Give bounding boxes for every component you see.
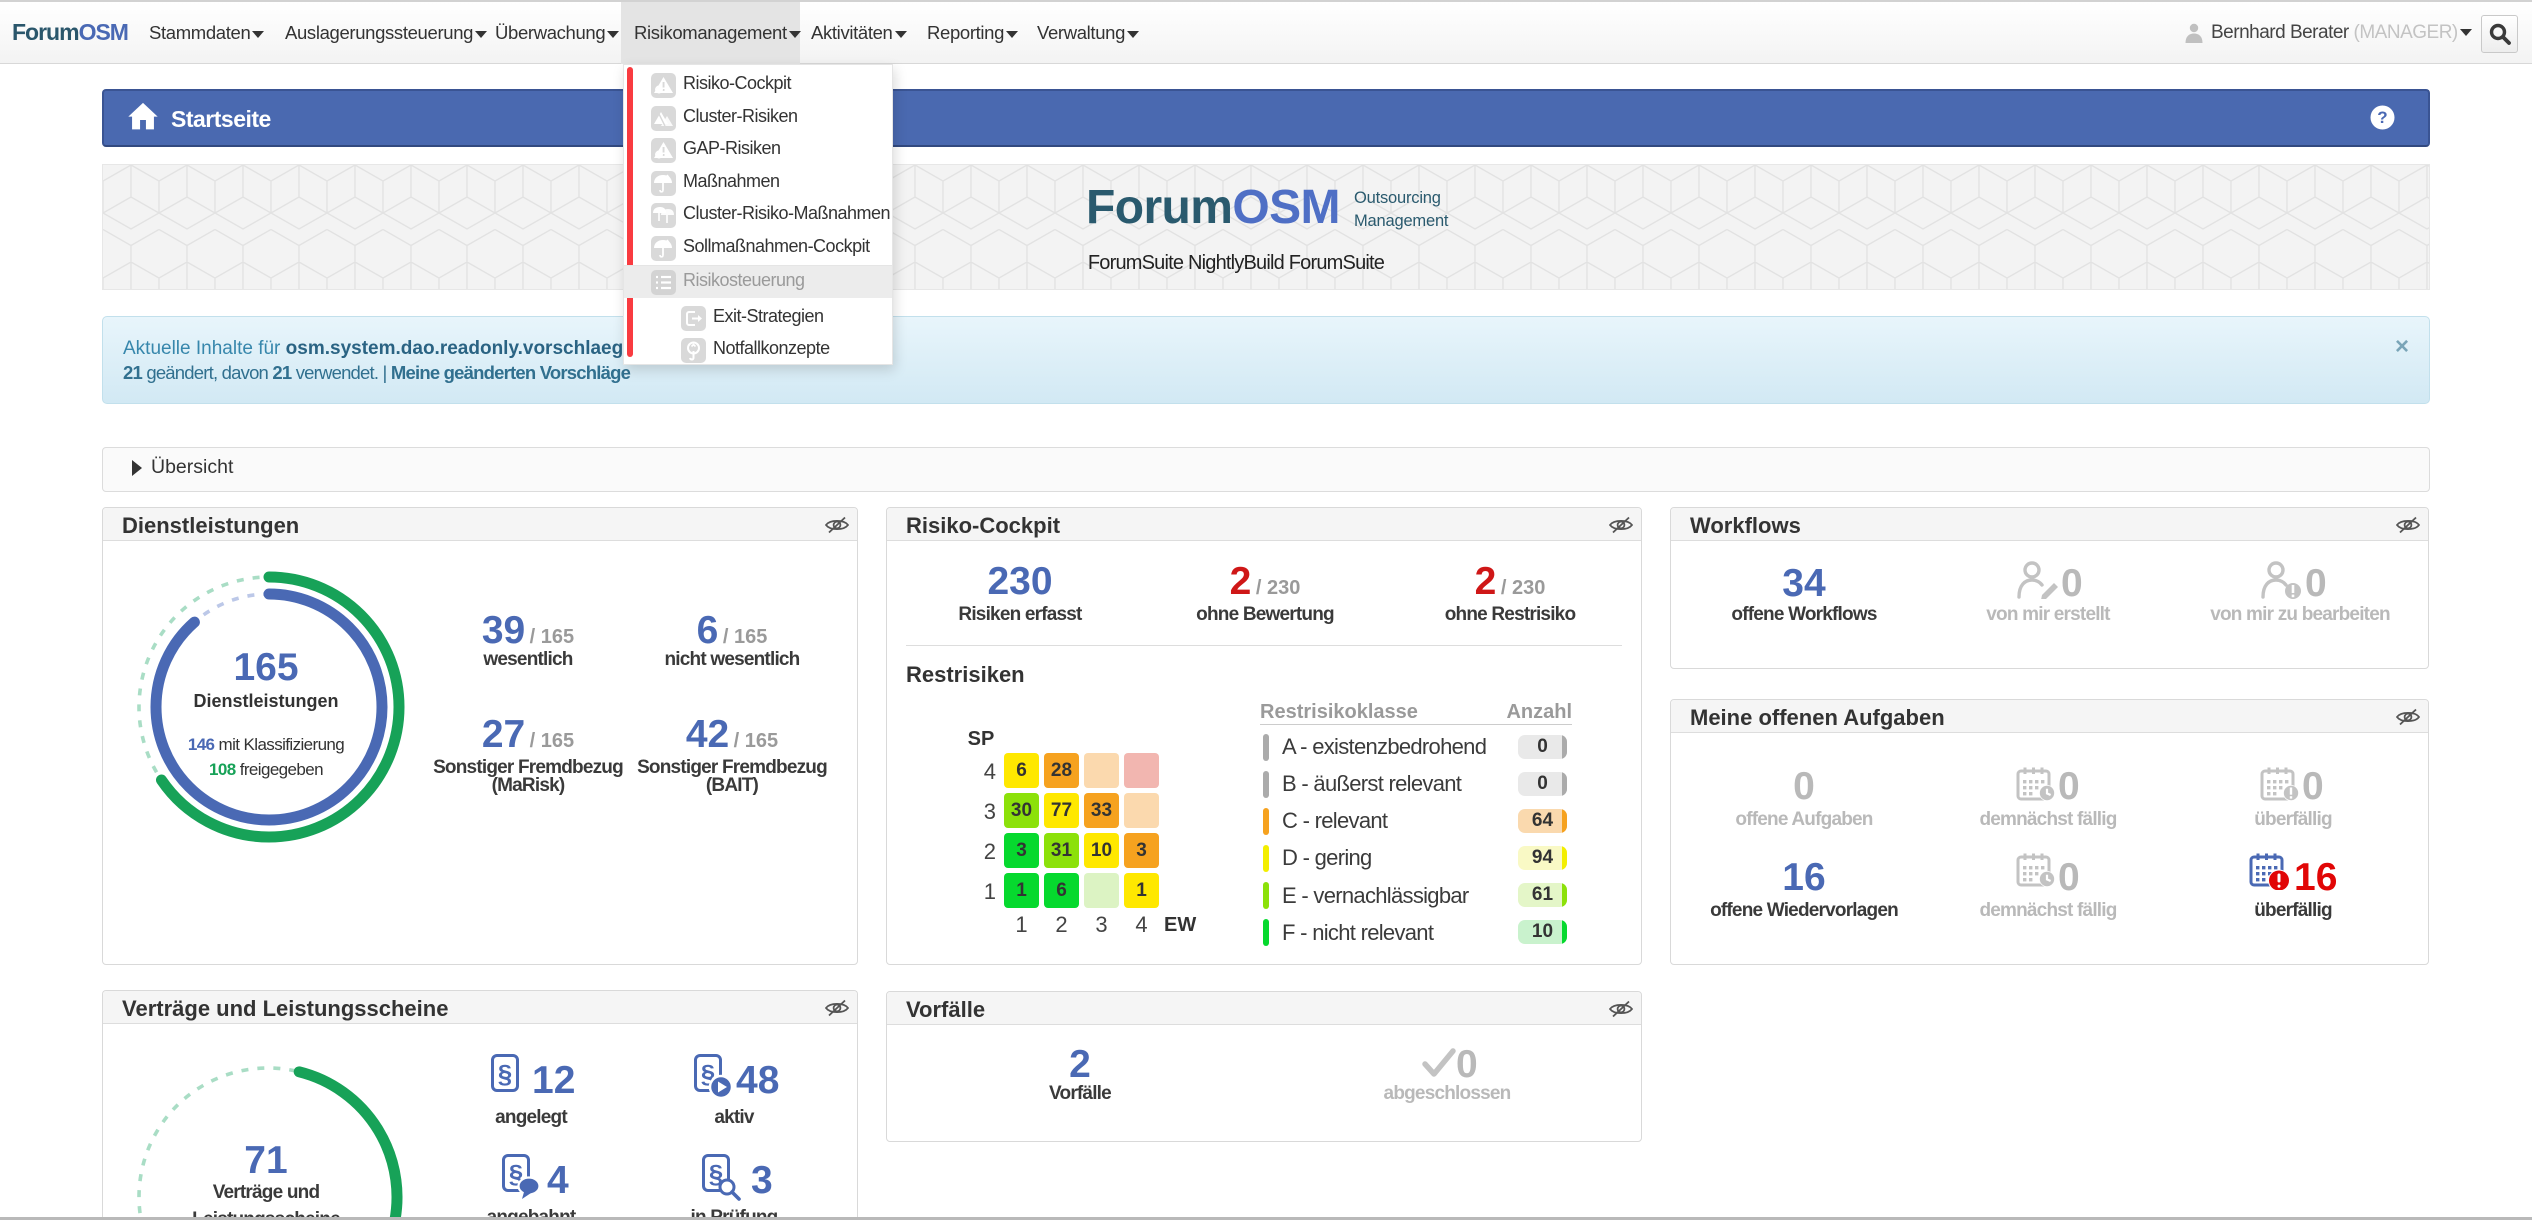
svg-text:?: ? (2377, 108, 2387, 127)
